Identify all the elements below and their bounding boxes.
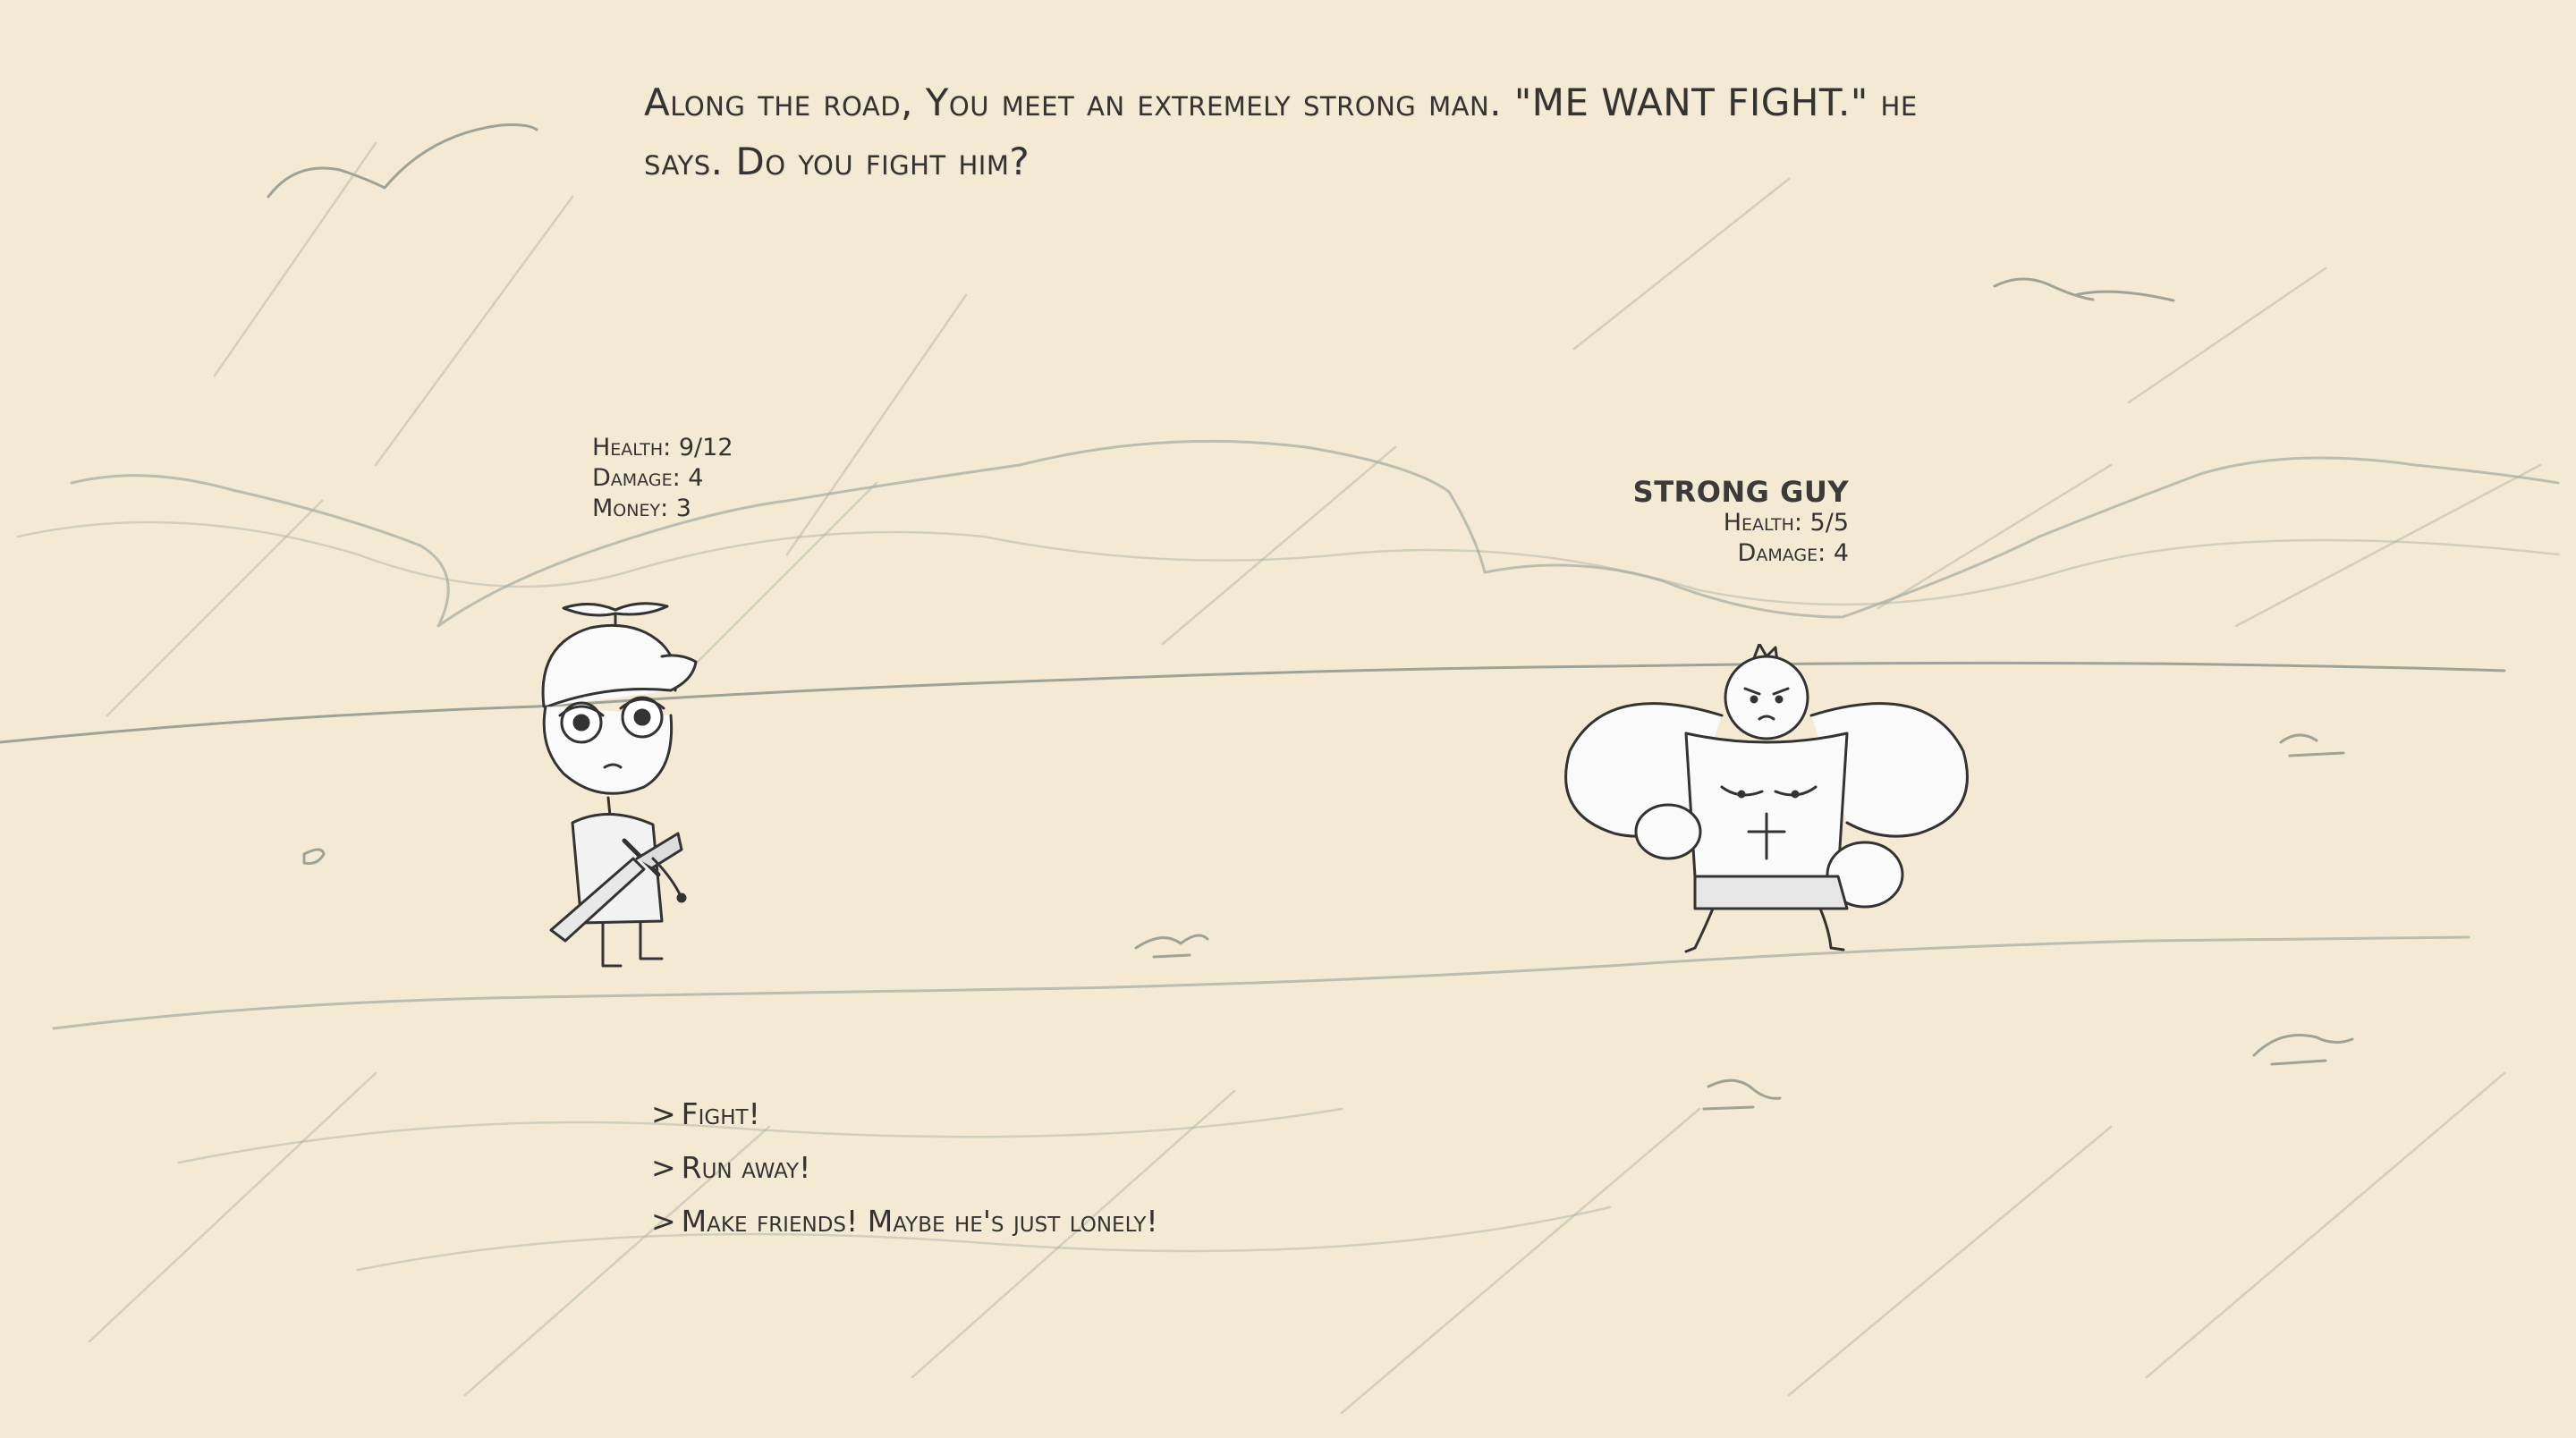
choice-list: > Fight! > Run away! > Make friends! Maybe …	[651, 1087, 1158, 1248]
player-damage-value: 4	[688, 464, 704, 492]
horizon-line	[0, 661, 2506, 744]
scribble-stroke	[2234, 463, 2542, 628]
choice-fight-label: Fight!	[681, 1096, 760, 1131]
pebble	[302, 848, 326, 865]
game-scene: Along the road, You meet an extremely st…	[0, 0, 2576, 1438]
choice-make-friends-label: Make friends! Maybe he's just lonely!	[681, 1204, 1158, 1239]
bird-sketch	[267, 123, 538, 199]
enemy-health-label: Health	[1723, 509, 1794, 537]
scribble-stroke	[1161, 445, 1397, 646]
scribble-stroke	[213, 141, 377, 377]
enemy-health-value: 5/5	[1809, 509, 1849, 537]
player-health-stat: Health: 9/12	[592, 434, 733, 461]
scribble-stroke	[1340, 1107, 1701, 1415]
choice-caret: >	[651, 1096, 676, 1131]
ground-line	[52, 935, 2470, 1030]
scribble-stroke	[1787, 1125, 2113, 1397]
enemy-stats: STRONG GUY Health: 5/5 Damage: 4	[1633, 476, 1849, 569]
scribble-stroke	[2145, 1071, 2506, 1379]
bird-sketch	[1993, 277, 2175, 302]
enemy-damage-label: Damage	[1737, 539, 1818, 567]
player-character-sprite	[541, 602, 698, 968]
choice-caret: >	[651, 1150, 676, 1185]
scribble-stroke	[785, 293, 968, 556]
player-damage-label: Damage	[592, 464, 673, 492]
pencil-landscape-background	[0, 123, 2560, 1415]
player-money-label: Money	[592, 495, 661, 522]
narration-text: Along the road, You meet an extremely st…	[644, 80, 1918, 183]
player-health-label: Health	[592, 434, 664, 461]
scribble-stroke	[2127, 266, 2327, 404]
scribble-stroke	[1877, 463, 2113, 610]
hills-sketch	[16, 520, 2560, 606]
scribble-stroke	[88, 1071, 377, 1343]
grass-tuft	[2279, 733, 2345, 757]
enemy-health-stat: Health: 5/5	[1723, 509, 1849, 537]
player-damage-stat: Damage: 4	[592, 464, 704, 492]
player-health-value: 9/12	[678, 434, 733, 461]
grass-tuft	[1702, 1078, 1782, 1111]
enemy-damage-value: 4	[1833, 539, 1849, 567]
choice-fight[interactable]: > Fight!	[651, 1087, 1158, 1141]
choice-make-friends[interactable]: > Make friends! Maybe he's just lonely!	[651, 1195, 1158, 1248]
hills-sketch	[70, 439, 2560, 628]
choice-caret: >	[651, 1204, 676, 1239]
enemy-damage-stat: Damage: 4	[1737, 539, 1849, 567]
player-money-stat: Money: 3	[592, 495, 691, 522]
grass-tuft	[2252, 1034, 2354, 1066]
enemy-character-sprite	[1564, 644, 1969, 953]
choice-run-away-label: Run away!	[681, 1150, 811, 1185]
scribble-stroke	[106, 499, 324, 717]
grass-tuft	[1134, 934, 1209, 959]
player-stats: Health: 9/12 Damage: 4 Money: 3	[592, 433, 733, 524]
player-money-value: 3	[675, 495, 691, 522]
scribble-stroke	[374, 195, 574, 467]
enemy-name: STRONG GUY	[1632, 475, 1849, 509]
scribble-stroke	[1572, 177, 1791, 351]
choice-run-away[interactable]: > Run away!	[651, 1141, 1158, 1195]
